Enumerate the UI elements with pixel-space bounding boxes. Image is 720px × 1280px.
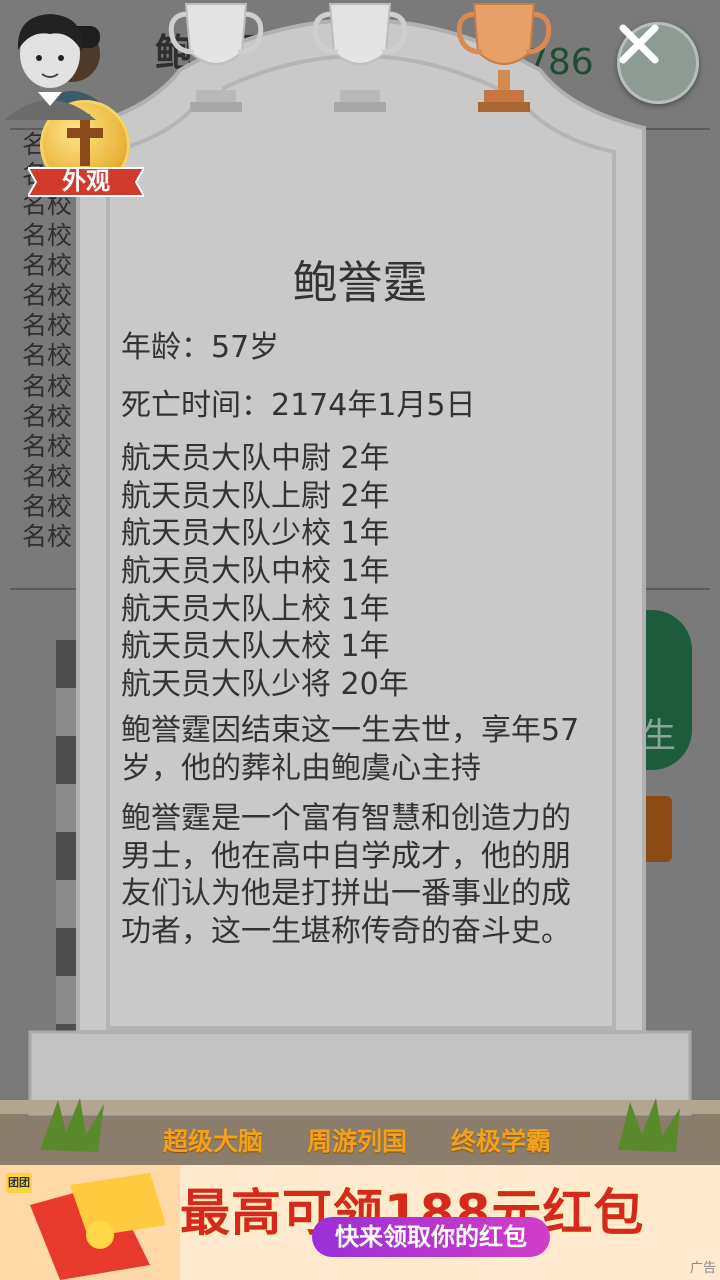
trophy-label: 超级大脑 [163,1127,264,1156]
bronze-trophy-icon [456,3,552,112]
death-note: 鲍誉霆因结束这一生去世，享年57岁，他的葬礼由鲍虞心主持 [121,713,580,786]
career-item: 航天员大队上校 1年 [121,591,390,627]
trophy-label: 终极学霸 [451,1127,552,1156]
career-item: 航天员大队中尉 2年 [121,441,390,476]
silver-trophy-icon [312,3,408,112]
deceased-name: 鲍誉霆 [292,256,428,309]
life-summary: 鲍誉霆是一个富有智慧和创造力的男士，他在高中自学成才，他的朋友们认为他是打拼出一… [121,801,571,949]
ad-banner[interactable]: 团团 最高可领188元红包 快来领取你的红包 广告 [0,1165,720,1280]
close-button[interactable] [617,22,699,104]
deceased-portrait [4,14,96,120]
trophy-label: 周游列国 [307,1127,408,1156]
close-icon [619,24,659,64]
ad-tag: 广告 [689,1261,716,1276]
age-text: 年龄：57岁 [121,330,280,365]
appearance-label: 外观 [62,167,110,195]
ad-brand: 团团 [6,1173,32,1193]
ad-claim-button[interactable]: 快来领取你的红包 [312,1217,550,1257]
career-item: 航天员大队少校 1年 [121,516,390,552]
career-item: 航天员大队少将 20年 [121,667,409,703]
career-item: 航天员大队中校 1年 [121,554,390,590]
silver-trophy-icon [168,3,264,112]
death-time-text: 死亡时间：2174年1月5日 [121,388,476,423]
career-item: 航天员大队大校 1年 [121,629,390,665]
tombstone-dialog: 外观 鲍誉霆 年龄：57岁 死亡时间：2174年1月5日 航天员大队中尉 2年 … [0,0,720,1165]
career-list: 航天员大队中尉 2年 航天员大队上尉 2年 航天员大队少校 1年 航天员大队中校… [121,440,409,704]
career-item: 航天员大队上尉 2年 [121,478,390,514]
